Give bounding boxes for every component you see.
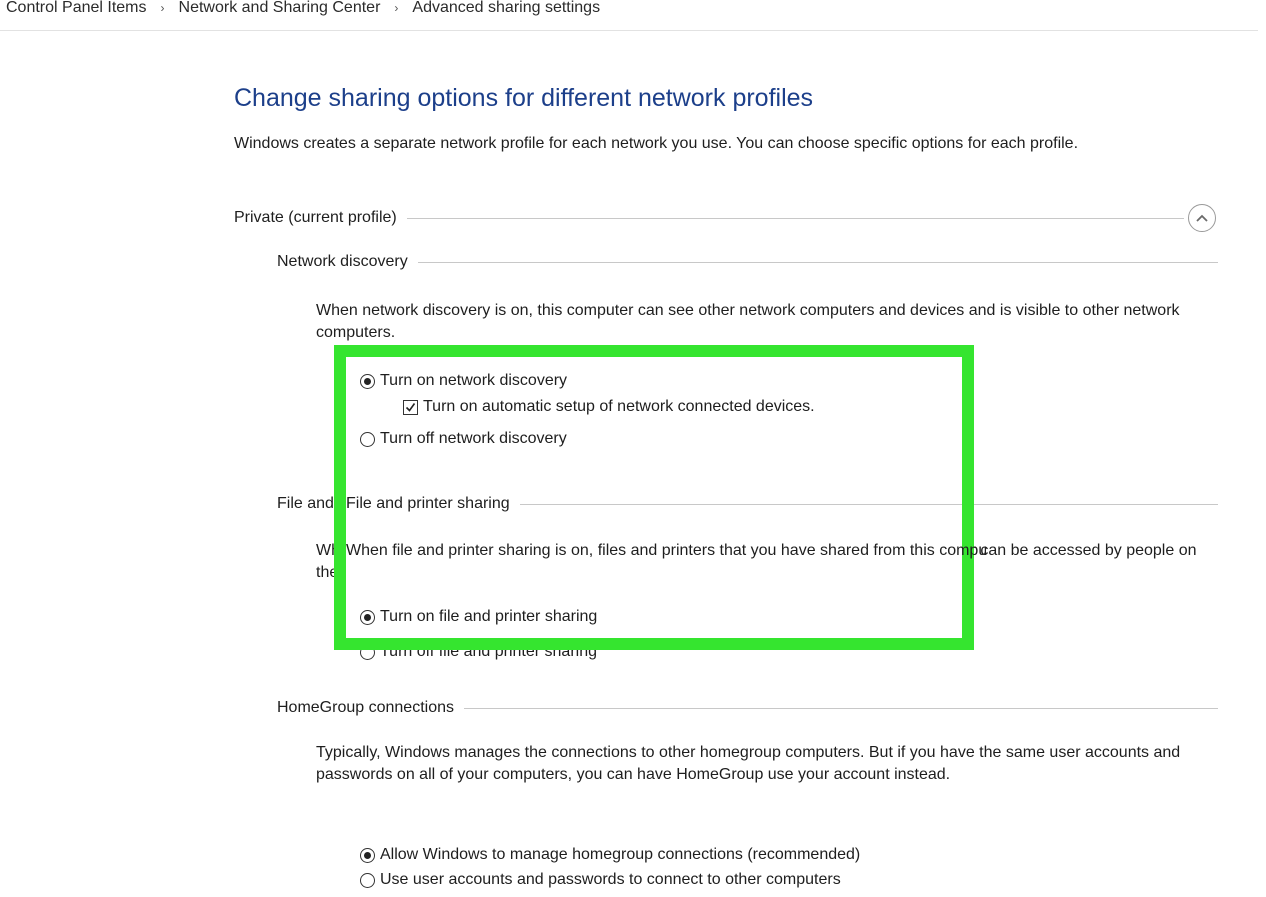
file-printer-sharing-overlay-rule xyxy=(519,503,962,505)
chevron-up-icon xyxy=(1196,214,1208,222)
file-printer-sharing-header-overlay: File and printer sharing xyxy=(346,492,962,516)
turn-off-network-discovery-option[interactable]: Turn off network discovery xyxy=(360,430,567,448)
breadcrumb-control-panel-items[interactable]: Control Panel Items xyxy=(4,0,149,17)
turn-on-network-discovery-label: Turn on network discovery xyxy=(380,372,568,389)
profile-section-header[interactable]: Private (current profile) xyxy=(234,204,1216,232)
turn-on-network-discovery-radio[interactable] xyxy=(360,373,375,389)
allow-windows-manage-radio[interactable] xyxy=(360,847,375,863)
homegroup-header-label: HomeGroup connections xyxy=(277,699,454,716)
breadcrumb-separator-icon: › xyxy=(160,1,165,15)
allow-windows-manage-option[interactable]: Allow Windows to manage homegroup connec… xyxy=(360,846,860,864)
breadcrumb: Control Panel Items › Network and Sharin… xyxy=(4,0,602,22)
turn-on-file-sharing-option[interactable]: Turn on file and printer sharing xyxy=(360,608,597,626)
turn-off-network-discovery-radio[interactable] xyxy=(360,431,375,447)
use-user-accounts-label: Use user accounts and passwords to conne… xyxy=(380,871,841,888)
use-user-accounts-option[interactable]: Use user accounts and passwords to conne… xyxy=(360,871,841,889)
turn-on-network-discovery-option[interactable]: Turn on network discovery xyxy=(360,372,567,390)
use-user-accounts-radio[interactable] xyxy=(360,872,375,888)
file-printer-sharing-description-overlay: When file and printer sharing is on, fil… xyxy=(346,542,986,559)
highlight-box: Turn on network discovery Turn on automa… xyxy=(334,345,986,650)
turn-off-network-discovery-label: Turn off network discovery xyxy=(380,430,567,447)
breadcrumb-advanced-sharing-settings[interactable]: Advanced sharing settings xyxy=(410,0,602,17)
homegroup-description: Typically, Windows manages the connectio… xyxy=(316,744,1181,783)
turn-on-file-sharing-label: Turn on file and printer sharing xyxy=(380,608,598,625)
breadcrumb-separator-icon: › xyxy=(394,1,399,15)
profile-header-label: Private (current profile) xyxy=(234,209,397,226)
page-title: Change sharing options for different net… xyxy=(234,84,814,112)
breadcrumb-network-sharing-center[interactable]: Network and Sharing Center xyxy=(177,0,383,17)
checkmark-icon xyxy=(405,402,416,412)
network-discovery-header-label: Network discovery xyxy=(277,253,408,270)
homegroup-header: HomeGroup connections xyxy=(277,696,1218,720)
page-intro: Windows creates a separate network profi… xyxy=(234,135,1079,152)
profile-header-rule xyxy=(406,217,1184,219)
automatic-setup-checkbox[interactable] xyxy=(403,399,418,415)
network-discovery-header: Network discovery xyxy=(277,250,1218,274)
allow-windows-manage-label: Allow Windows to manage homegroup connec… xyxy=(380,846,861,863)
homegroup-rule xyxy=(463,707,1218,709)
advanced-sharing-settings-window: Control Panel Items › Network and Sharin… xyxy=(0,0,1266,897)
network-discovery-rule xyxy=(417,261,1218,263)
turn-on-file-sharing-radio[interactable] xyxy=(360,609,375,625)
network-discovery-description: When network discovery is on, this compu… xyxy=(316,302,1180,341)
file-printer-sharing-header-overlay-label: File and printer sharing xyxy=(346,495,510,512)
automatic-setup-label: Turn on automatic setup of network conne… xyxy=(423,398,815,415)
collapse-button[interactable] xyxy=(1188,204,1216,232)
automatic-setup-option[interactable]: Turn on automatic setup of network conne… xyxy=(403,398,815,416)
breadcrumb-divider xyxy=(0,30,1258,31)
